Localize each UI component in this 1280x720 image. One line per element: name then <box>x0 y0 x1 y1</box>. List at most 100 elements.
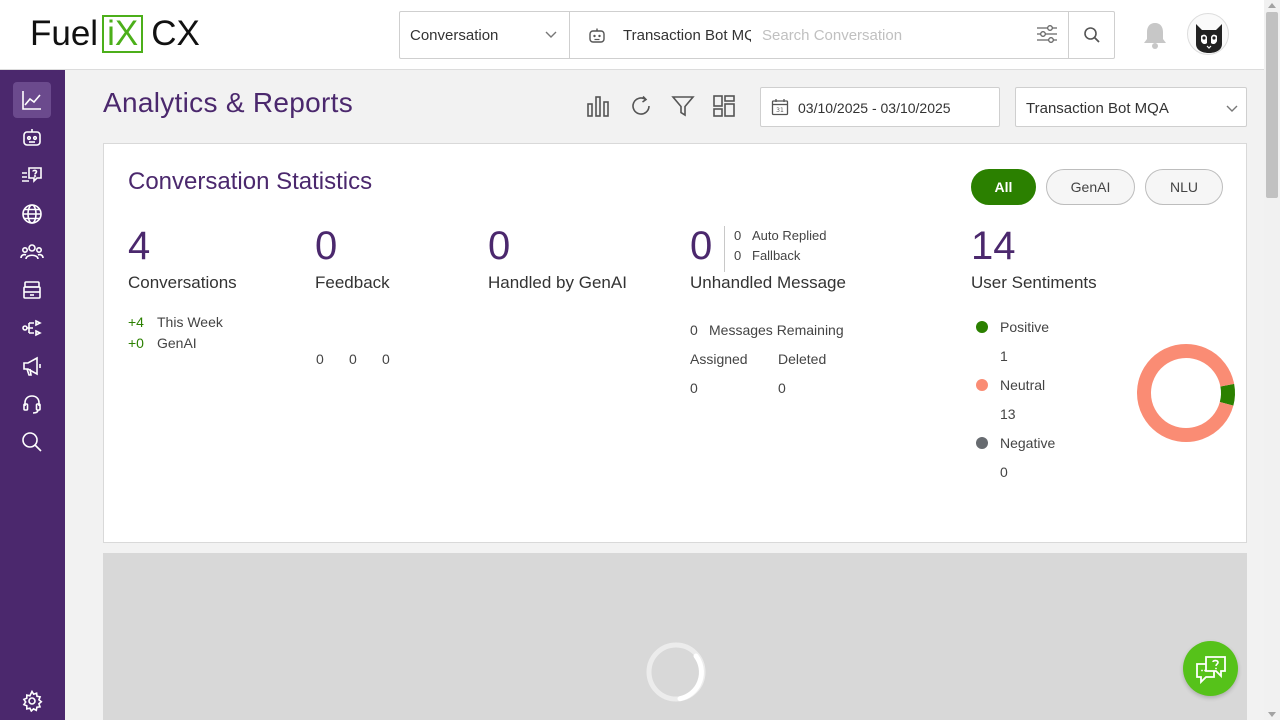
bot-selector[interactable]: Transaction Bot MQA <box>570 12 755 58</box>
sentiments-count: 14 <box>971 224 1016 268</box>
sidebar-item-campaigns[interactable] <box>13 348 51 384</box>
filter-icon <box>671 96 695 117</box>
feedback-label: Feedback <box>315 273 390 292</box>
positive-label: Positive <box>1000 319 1050 335</box>
headset-icon <box>23 395 41 414</box>
megaphone-icon <box>23 356 41 376</box>
filter-all-button[interactable]: All <box>971 169 1036 205</box>
logo-suffix: CX <box>151 14 200 53</box>
search-button[interactable] <box>1068 12 1114 58</box>
this-week-label: This Week <box>157 314 223 330</box>
refresh-icon <box>632 95 650 115</box>
date-range-picker[interactable]: 31 03/10/2025 - 03/10/2025 <box>760 87 1000 127</box>
unhandled-label: Unhandled Message <box>690 273 846 292</box>
genai-delta: +0 <box>128 335 144 351</box>
sentiments-label: User Sentiments <box>971 273 1097 292</box>
positive-legend-dot <box>976 321 988 333</box>
this-week-delta: +4 <box>128 314 144 330</box>
dashboard-layout-icon <box>713 95 735 117</box>
chat-question-icon <box>22 167 42 183</box>
feedback-breakdown-3: 0 <box>382 351 390 367</box>
search-type-select[interactable]: Conversation <box>400 12 570 58</box>
gear-icon <box>22 690 43 712</box>
globe-icon <box>22 204 42 224</box>
feedback-breakdown-1: 0 <box>316 351 324 367</box>
logo-ix: iX <box>102 15 144 53</box>
layout-button[interactable] <box>712 94 736 123</box>
sentiment-donut-chart <box>1137 344 1235 442</box>
search-input[interactable] <box>762 24 1012 46</box>
scroll-down-arrow-icon[interactable] <box>1268 712 1276 717</box>
notification-bell-icon[interactable] <box>1140 20 1170 50</box>
fallback-label: Fallback <box>752 248 801 263</box>
negative-count: 0 <box>1000 464 1008 480</box>
chart-view-button[interactable] <box>586 94 610 123</box>
sidebar-item-knowledge[interactable] <box>13 158 51 194</box>
bot-select-dropdown[interactable]: Transaction Bot MQA <box>1015 87 1247 127</box>
chevron-down-icon <box>545 31 557 38</box>
neutral-legend-dot <box>976 379 988 391</box>
sidebar-item-agent[interactable] <box>13 386 51 422</box>
bot-select-value: Transaction Bot MQA <box>1026 100 1169 117</box>
donut-slice-positive[interactable] <box>1219 383 1235 406</box>
sidebar-item-flows[interactable] <box>13 310 51 346</box>
flow-icon <box>22 319 42 337</box>
users-icon <box>20 244 44 260</box>
global-search-group: Conversation Transaction Bot MQA <box>399 11 1115 59</box>
sidebar <box>0 70 65 720</box>
sidebar-item-bots[interactable] <box>13 120 51 156</box>
bar-chart-icon <box>587 96 609 117</box>
sliders-icon[interactable] <box>1036 24 1058 44</box>
filter-genai-button[interactable]: GenAI <box>1046 169 1135 205</box>
cat-avatar-icon <box>1196 24 1222 53</box>
negative-label: Negative <box>1000 435 1056 451</box>
scroll-up-arrow-icon[interactable] <box>1268 3 1276 8</box>
negative-legend-dot <box>976 437 988 449</box>
chat-help-button[interactable] <box>1183 641 1238 696</box>
sidebar-item-settings[interactable] <box>13 683 51 719</box>
filter-nlu-button[interactable]: NLU <box>1145 169 1223 205</box>
robot-icon <box>589 28 605 43</box>
card-title: Conversation Statistics <box>128 168 373 195</box>
page-title: Analytics & Reports <box>103 87 354 118</box>
search-type-value: Conversation <box>410 27 499 44</box>
filter-button[interactable] <box>671 94 695 123</box>
auto-replied-label: Auto Replied <box>752 228 827 243</box>
robot-icon <box>23 129 41 146</box>
search-icon <box>1083 27 1100 43</box>
assigned-count: 0 <box>690 380 698 396</box>
conversations-count: 4 <box>128 224 151 268</box>
neutral-count: 13 <box>1000 406 1016 422</box>
chat-help-icon <box>1195 655 1226 684</box>
unhandled-count: 0 <box>690 224 713 268</box>
sidebar-item-search[interactable] <box>13 424 51 460</box>
user-avatar[interactable] <box>1187 13 1229 55</box>
deleted-count: 0 <box>778 380 786 396</box>
top-bar: Fuel iX CX Conversation Transaction Bot … <box>0 0 1264 70</box>
refresh-button[interactable] <box>629 94 653 123</box>
bot-selector-value: Transaction Bot MQA <box>623 27 751 44</box>
sidebar-item-inventory[interactable] <box>13 272 51 308</box>
app-logo[interactable]: Fuel iX CX <box>30 14 200 54</box>
neutral-label: Neutral <box>1000 377 1046 393</box>
logo-prefix: Fuel <box>30 14 99 53</box>
sidebar-item-users[interactable] <box>13 234 51 270</box>
date-range-value: 03/10/2025 - 03/10/2025 <box>798 100 951 116</box>
calendar-icon: 31 <box>771 99 789 116</box>
messages-remaining-label: Messages Remaining <box>709 322 844 338</box>
sidebar-item-channels[interactable] <box>13 196 51 232</box>
donut-slice-neutral[interactable] <box>1137 344 1235 442</box>
conversation-statistics-card: Conversation Statistics All GenAI NLU 4 … <box>103 143 1247 543</box>
handled-genai-count: 0 <box>488 224 511 268</box>
fallback-count: 0 <box>734 248 742 263</box>
assigned-label: Assigned <box>690 351 748 367</box>
search-icon <box>22 432 42 452</box>
page-scrollbar[interactable] <box>1264 0 1280 720</box>
messages-remaining-count: 0 <box>690 322 698 338</box>
feedback-count: 0 <box>315 224 338 268</box>
chart-line-icon <box>22 91 41 110</box>
scrollbar-thumb[interactable] <box>1266 12 1278 198</box>
unhandled-divider <box>724 226 725 272</box>
sidebar-item-analytics[interactable] <box>13 82 51 118</box>
genai-label: GenAI <box>157 335 197 351</box>
